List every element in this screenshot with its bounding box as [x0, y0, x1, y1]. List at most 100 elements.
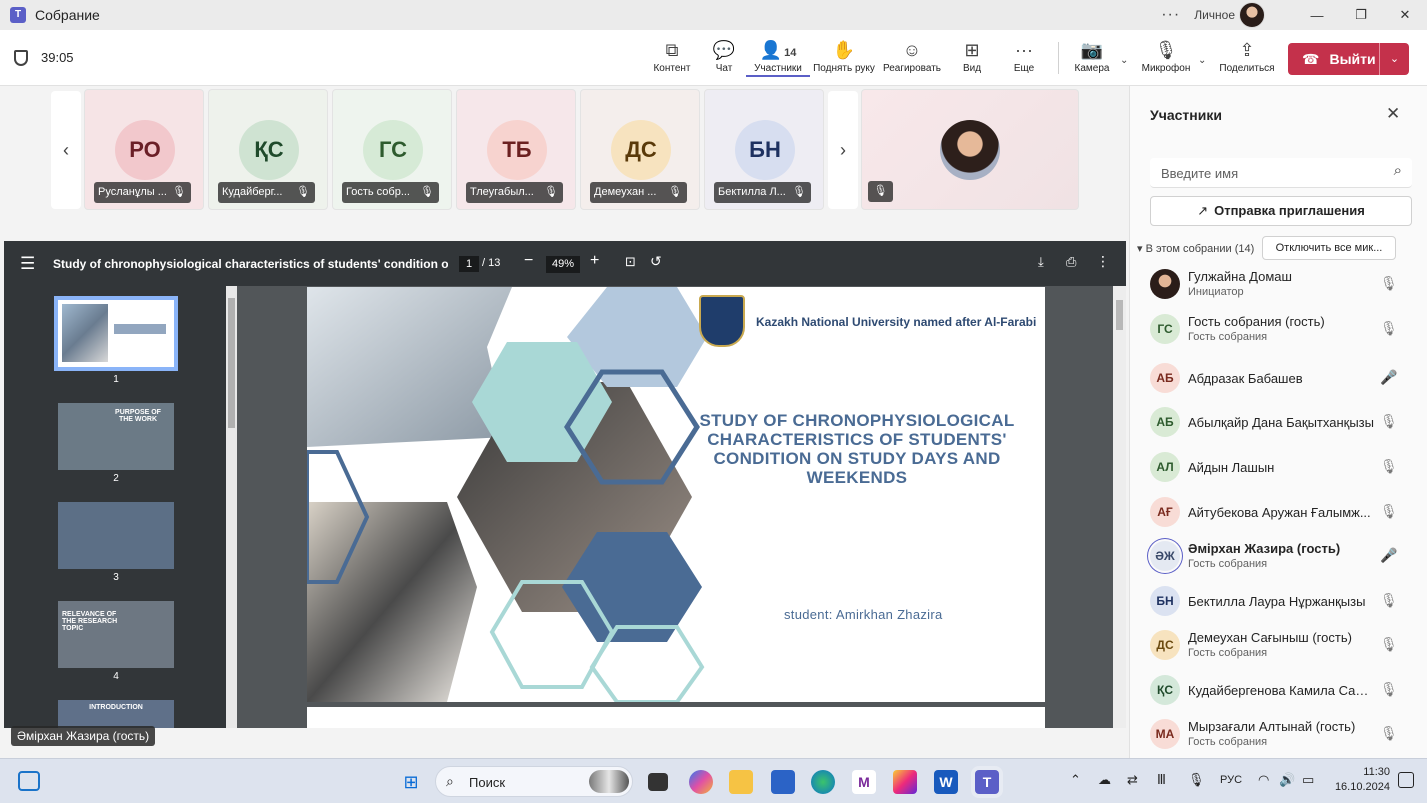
react-button[interactable]: ☺ Реагировать [880, 38, 944, 74]
menu-icon[interactable]: ☰ [20, 254, 35, 274]
taskbar-search[interactable]: ⌕ Поиск [435, 766, 633, 797]
thumbnail-page-3[interactable] [58, 502, 174, 569]
mic-off-icon: 🎙 [172, 186, 186, 198]
participant-row[interactable]: ҚС Кудайбергенова Камила Сам... 🎙 [1130, 669, 1427, 713]
participant-video-tile[interactable]: ГС Гость собр... 🎙 [332, 89, 452, 210]
microphone-tray-icon[interactable]: 🎙 [1188, 772, 1205, 788]
mic-off-icon[interactable]: 🎙 [1380, 320, 1398, 337]
participant-row[interactable]: АБ Абдразак Бабашев 🎤 [1130, 357, 1427, 401]
more-vertical-icon[interactable]: ⋮ [1096, 253, 1110, 270]
app-tray-icon[interactable]: Ⅲ [1157, 772, 1166, 788]
participant-row[interactable]: ӘЖ Әмірхан Жазира (гость) Гость собрания 🎤 [1130, 535, 1427, 579]
tray-chevron-icon[interactable]: ⌃ [1070, 772, 1081, 788]
task-view-icon[interactable] [648, 773, 668, 791]
self-video-tile[interactable] [861, 89, 1079, 210]
mic-off-icon[interactable]: 🎙 [1380, 275, 1398, 292]
thumbnail-scrollbar[interactable] [226, 286, 237, 728]
participant-row[interactable]: МА Мырзағали Алтынай (гость) Гость собрани… [1130, 713, 1427, 757]
account-label[interactable]: Личное [1194, 8, 1235, 22]
restore-icon[interactable]: ❐ [1339, 0, 1383, 30]
print-icon[interactable]: ⎙ [1066, 254, 1076, 270]
mic-off-icon[interactable]: 🎙 [1380, 636, 1398, 653]
edge-browser-icon[interactable] [811, 770, 835, 794]
widgets-icon[interactable] [18, 771, 40, 791]
volume-icon[interactable]: 🔊 [1279, 772, 1295, 788]
profile-avatar[interactable] [1239, 2, 1265, 28]
mic-off-icon[interactable]: 🎙 [1380, 725, 1398, 742]
taskbar-clock[interactable]: 11:30 16.10.2024 [1330, 765, 1390, 795]
participant-video-tile[interactable]: ҚС Кудайберг... 🎙 [208, 89, 328, 210]
mic-off-icon[interactable]: 🎙 [1380, 413, 1398, 430]
thumbnail-page-1[interactable] [54, 296, 178, 371]
participants-section-toggle[interactable]: ▾ В этом собрании (14) [1137, 242, 1254, 255]
word-icon[interactable]: W [934, 770, 958, 794]
microphone-button[interactable]: 🎙 Микрофон [1134, 38, 1198, 74]
mic-on-icon[interactable]: 🎤 [1380, 369, 1397, 386]
next-tiles-chevron-icon[interactable]: › [828, 91, 858, 209]
notification-icon[interactable] [1398, 772, 1414, 788]
camera-button[interactable]: 📷 Камера [1060, 38, 1124, 74]
language-indicator[interactable]: РУС [1220, 774, 1242, 786]
participant-video-tile[interactable]: ДС Демеухан ... 🎙 [580, 89, 700, 210]
participant-row[interactable]: БН Бектилла Лаура Нұржанқызы 🎙 [1130, 580, 1427, 624]
copilot-icon[interactable] [689, 770, 713, 794]
app-m-icon[interactable]: M [852, 770, 876, 794]
participant-role: Инициатор [1188, 286, 1244, 298]
participant-name: Мырзағали Алтынай (гость) [1188, 719, 1356, 734]
mic-off-icon[interactable]: 🎙 [1380, 503, 1398, 520]
participant-row[interactable]: ГС Гость собрания (гость) Гость собрания 🎙 [1130, 308, 1427, 352]
participant-search-input[interactable]: Введите имя ⌕ [1150, 158, 1412, 188]
participants-button[interactable]: 👤 14 Участники [746, 38, 810, 77]
previous-tiles-chevron-icon[interactable]: ‹ [51, 91, 81, 209]
minimize-icon[interactable]: — [1295, 0, 1339, 30]
raise-hand-button[interactable]: ✋ Поднять руку [812, 38, 876, 74]
zoom-in-icon[interactable]: + [590, 252, 599, 270]
zoom-out-icon[interactable]: − [524, 252, 533, 270]
page-number-input[interactable]: 1 [459, 256, 479, 272]
rotate-icon[interactable]: ↺ [650, 253, 662, 270]
close-panel-icon[interactable]: ✕ [1386, 104, 1400, 124]
mic-off-icon[interactable]: 🎙 [1380, 458, 1398, 475]
mic-off-icon[interactable]: 🎙 [1380, 681, 1398, 698]
participant-row[interactable]: АБ Абылқайр Дана Бақытханқызы 🎙 [1130, 401, 1427, 445]
windows-start-icon[interactable]: ⊞ [399, 770, 423, 794]
participant-name: Айдын Лашын [1188, 460, 1275, 475]
share-button[interactable]: ⇪ Поделиться [1215, 38, 1279, 74]
settings-toggle-icon[interactable]: ⇄ [1127, 772, 1138, 788]
file-explorer-icon[interactable] [729, 770, 753, 794]
wifi-icon[interactable]: ◠ [1258, 772, 1269, 788]
store-icon[interactable] [771, 770, 795, 794]
more-button[interactable]: ··· Еще [992, 38, 1056, 74]
mic-on-icon[interactable]: 🎤 [1380, 547, 1397, 564]
mic-off-icon[interactable]: 🎙 [1380, 592, 1398, 609]
pdf-scrollbar[interactable] [1113, 286, 1126, 728]
thumbnail-page-4[interactable]: RELEVANCE OF THE RESEARCH TOPIC [58, 601, 174, 668]
thumbnail-page-2[interactable]: PURPOSE OF THE WORK [58, 403, 174, 470]
download-icon[interactable]: ⤓ [1038, 254, 1044, 270]
participant-row[interactable]: ДС Демеухан Сағыныш (гость) Гость собрания… [1130, 624, 1427, 668]
instagram-icon[interactable] [893, 770, 917, 794]
microphone-options-chevron-icon[interactable]: ⌄ [1198, 55, 1206, 66]
zoom-input[interactable]: 49% [546, 256, 580, 273]
battery-icon[interactable]: ▭ [1302, 772, 1314, 788]
more-options-icon[interactable]: ··· [1161, 6, 1180, 24]
teams-icon[interactable]: T [975, 770, 999, 794]
cloud-icon[interactable]: ☁ [1098, 772, 1111, 788]
fit-page-icon[interactable]: ⊡ [625, 254, 636, 270]
participant-row[interactable]: АЛ Айдын Лашын 🎙 [1130, 446, 1427, 490]
participant-video-tile[interactable]: ТБ Тлеугабыл... 🎙 [456, 89, 576, 210]
mic-off-icon: 🎙 [420, 186, 434, 198]
thumbnail-page-5[interactable]: INTRODUCTION [58, 700, 174, 728]
leave-options-chevron-icon[interactable]: ⌄ [1379, 43, 1409, 75]
search-highlight-image [589, 770, 629, 793]
participant-video-tile[interactable]: БН Бектилла Л... 🎙 [704, 89, 824, 210]
camera-off-icon: 📷 [1080, 40, 1104, 60]
mute-all-button[interactable]: Отключить все мик... [1262, 236, 1396, 260]
participant-row[interactable]: Гулжайна Домаш Инициатор 🎙 [1130, 263, 1427, 307]
send-invite-button[interactable]: ↗ Отправка приглашения [1150, 196, 1412, 226]
leave-button[interactable]: ☎ Выйти ⌄ [1288, 43, 1409, 75]
close-window-icon[interactable]: ✕ [1383, 0, 1427, 30]
participant-row[interactable]: АҒ Айтубекова Аружан Ғалымж... 🎙 [1130, 491, 1427, 535]
participant-video-tile[interactable]: РО Русланұлы ... 🎙 [84, 89, 204, 210]
camera-options-chevron-icon[interactable]: ⌄ [1120, 55, 1128, 66]
